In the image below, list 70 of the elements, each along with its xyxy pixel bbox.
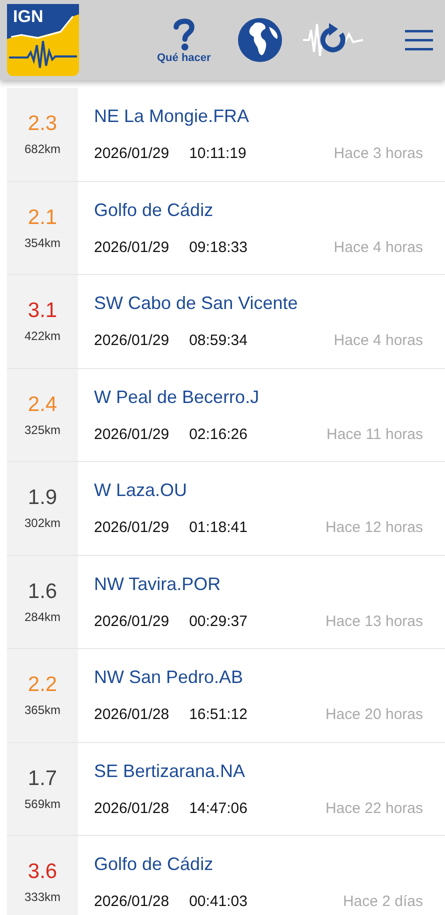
event-date: 2026/01/29	[94, 332, 170, 349]
location-name: SE Bertizarana.NA	[94, 760, 246, 782]
event-time: 16:51:12	[189, 706, 248, 723]
distance: 422km	[24, 329, 61, 344]
app-logo[interactable]: IGN	[7, 4, 79, 76]
location-name: NW San Pedro.AB	[94, 667, 244, 688]
location-name: W Peal de Becerro.J	[94, 386, 260, 408]
distance: 682km	[24, 142, 61, 156]
time-ago: Hace 12 horas	[325, 519, 423, 536]
event-time: 14:47:06	[189, 800, 248, 816]
event-time: 02:16:26	[189, 426, 248, 442]
magnitude: 1.6	[28, 580, 58, 604]
distance: 333km	[24, 890, 61, 904]
event-date: 2026/01/28	[94, 800, 170, 816]
earthquake-row[interactable]: 2.3 682km NE La Mongie.FRA 2026/01/29 10:11:19 Hace 3 horas	[7, 88, 445, 182]
magnitude: 2.3	[28, 112, 58, 136]
event-time: 09:18:33	[189, 238, 248, 256]
time-ago: Hace 2 días	[342, 893, 423, 910]
time-ago: Hace 11 horas	[326, 426, 423, 442]
distance: 302km	[24, 516, 61, 530]
location-name: NW Tavira.POR	[94, 574, 222, 594]
location-name: W Laza.OU	[94, 480, 188, 501]
earthquake-row[interactable]: 3.1 422km SW Cabo de San Vicente 2026/01/29 08:59:34 Hace 4 horas	[7, 275, 445, 368]
globe-icon[interactable]	[236, 17, 283, 63]
earthquake-row[interactable]: 1.6 284km NW Tavira.POR 2026/01/29 00:29:37 Hace 13 horas	[7, 556, 445, 649]
earthquake-row[interactable]: 2.1 354km Golfo de Cádiz 2026/01/29 09:18:33 Hace 4 horas	[7, 182, 445, 275]
time-ago: Hace 20 horas	[325, 706, 423, 723]
distance: 569km	[24, 796, 61, 811]
magnitude: 2.2	[28, 673, 58, 698]
location-name: NE La Mongie.FRA	[94, 106, 250, 127]
seismograph-logo-icon	[7, 4, 79, 76]
event-date: 2026/01/29	[94, 238, 170, 256]
magnitude: 3.1	[28, 299, 58, 324]
event-date: 2026/01/29	[94, 519, 170, 536]
menu-icon[interactable]	[405, 28, 433, 52]
earthquake-row[interactable]: 2.2 365km NW San Pedro.AB 2026/01/28 16:51:12 Hace 20 horas	[7, 649, 445, 742]
earthquake-row[interactable]: 2.4 325km W Peal de Becerro.J 2026/01/29 02:16:26 Hace 11 horas	[7, 368, 445, 462]
event-date: 2026/01/29	[94, 612, 170, 630]
earthquake-row[interactable]: 3.6 333km Golfo de Cádiz 2026/01/28 00:41:03 Hace 2 días	[7, 836, 445, 915]
magnitude: 1.9	[28, 486, 58, 510]
event-date: 2026/01/28	[94, 706, 170, 723]
time-ago: Hace 3 horas	[334, 145, 423, 162]
event-time: 10:11:19	[189, 145, 246, 162]
earthquake-row[interactable]: 1.9 302km W Laza.OU 2026/01/29 01:18:41 Hace 12 horas	[7, 462, 445, 556]
event-time: 00:29:37	[189, 612, 248, 630]
magnitude: 2.1	[28, 206, 58, 230]
magnitude: 3.6	[28, 860, 58, 884]
question-mark-icon	[170, 16, 197, 52]
location-name: SW Cabo de San Vicente	[94, 293, 299, 314]
time-ago: Hace 4 horas	[334, 332, 423, 349]
event-time: 01:18:41	[189, 519, 248, 536]
distance: 284km	[24, 610, 61, 624]
location-name: Golfo de Cádiz	[94, 200, 214, 220]
magnitude: 2.4	[28, 392, 58, 417]
help-button[interactable]: Qué hacer	[157, 16, 211, 64]
time-ago: Hace 13 horas	[325, 612, 423, 630]
event-date: 2026/01/29	[94, 145, 170, 162]
time-ago: Hace 4 horas	[334, 238, 423, 256]
distance: 365km	[24, 703, 61, 718]
event-date: 2026/01/29	[94, 426, 170, 442]
earthquake-row[interactable]: 1.7 569km SE Bertizarana.NA 2026/01/28 14:47:06 Hace 22 horas	[7, 742, 445, 836]
magnitude: 1.7	[28, 766, 58, 791]
event-time: 00:41:03	[189, 893, 248, 910]
event-date: 2026/01/28	[94, 893, 170, 910]
logo-text: IGN	[13, 7, 44, 27]
event-time: 08:59:34	[189, 332, 248, 349]
location-name: Golfo de Cádiz	[94, 854, 214, 875]
distance: 325km	[24, 422, 61, 437]
distance: 354km	[24, 236, 61, 250]
time-ago: Hace 22 horas	[325, 800, 423, 816]
